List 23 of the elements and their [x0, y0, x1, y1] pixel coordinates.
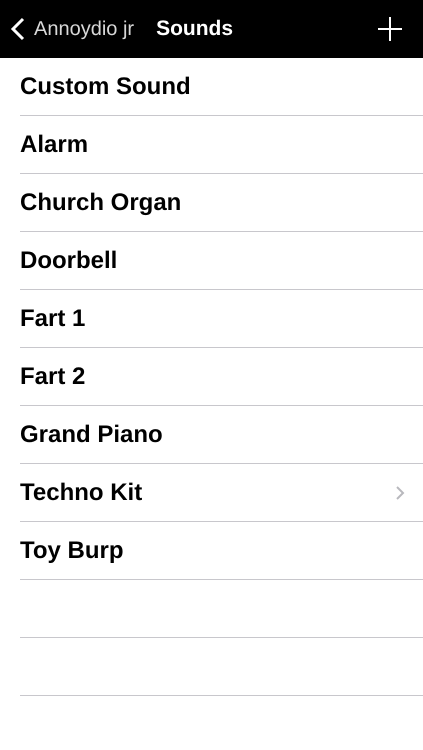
back-chevron-icon [10, 17, 26, 41]
sound-row[interactable]: Fart 1 [0, 290, 423, 348]
sound-name: Toy Burp [20, 536, 124, 566]
back-button[interactable]: Annoydio jr [10, 14, 134, 44]
sound-name: Fart 1 [20, 304, 86, 334]
plus-icon [377, 16, 403, 42]
sound-row[interactable]: Alarm [0, 116, 423, 174]
sound-row[interactable]: Fart 2 [0, 348, 423, 406]
sound-name: Fart 2 [20, 362, 86, 392]
sound-row[interactable]: Custom Sound [0, 58, 423, 116]
sound-name: Grand Piano [20, 420, 163, 450]
sound-row[interactable]: Church Organ [0, 174, 423, 232]
sound-row[interactable]: Doorbell [0, 232, 423, 290]
screen-title: Sounds [156, 16, 234, 42]
sound-row[interactable]: Techno Kit [0, 464, 423, 522]
sound-name: Techno Kit [20, 478, 142, 508]
add-button[interactable] [377, 16, 403, 42]
sound-name: Alarm [20, 130, 88, 160]
sound-name: Custom Sound [20, 72, 191, 102]
sound-row[interactable]: Toy Burp [0, 522, 423, 580]
sound-name: Church Organ [20, 188, 182, 218]
sound-name: Doorbell [20, 246, 118, 276]
sound-row[interactable]: Grand Piano [0, 406, 423, 464]
